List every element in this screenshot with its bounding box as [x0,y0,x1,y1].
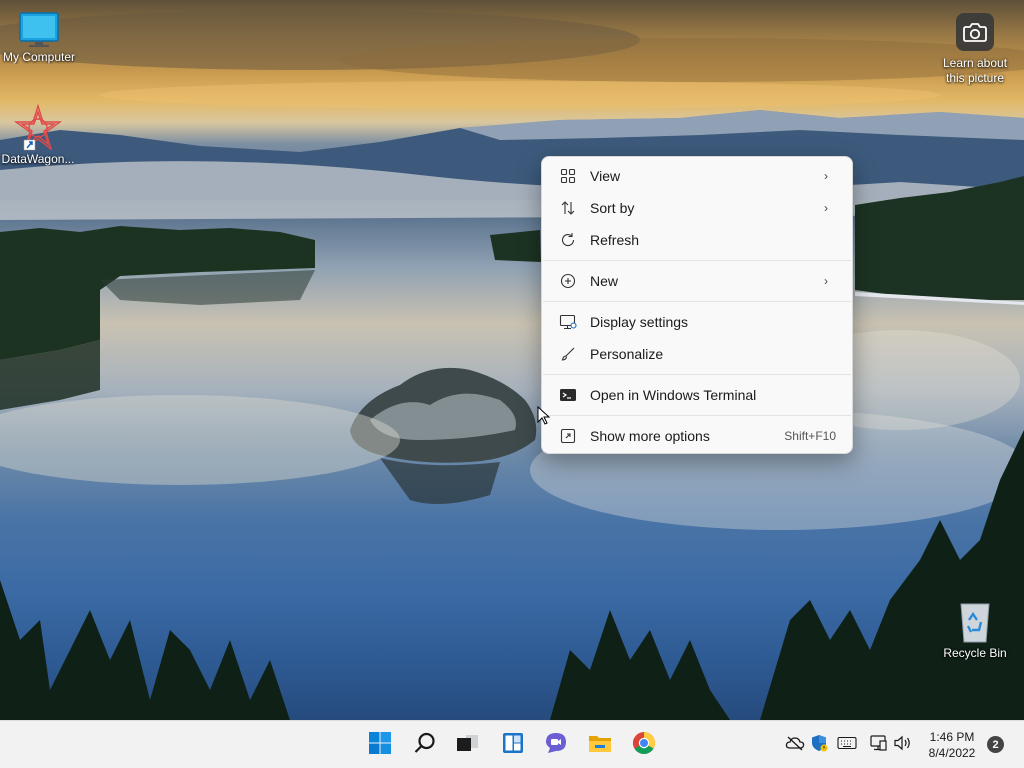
menu-item-label: Open in Windows Terminal [590,387,757,403]
brush-icon [557,345,579,363]
menu-item-label: Sort by [590,200,635,216]
chevron-right-icon: › [824,201,828,215]
desktop-context-menu: View › Sort by › Refresh New › Display s… [541,156,853,454]
expand-icon [557,427,579,445]
chevron-right-icon: › [824,169,828,183]
menu-item-label: Display settings [590,314,689,330]
datawagon-icon [0,104,78,152]
desktop-icon-recycle-bin[interactable]: Recycle Bin [934,598,1016,660]
menu-item-shortcut: Shift+F10 [784,429,836,443]
mouse-cursor-icon [537,405,551,426]
menu-separator [543,415,851,416]
menu-item-label: Personalize [590,346,664,362]
terminal-icon [557,386,579,404]
desktop-wallpaper [0,0,1024,720]
widgets-icon [501,731,525,760]
desktop-icon-label: My Computer [2,50,76,64]
notification-badge[interactable]: 2 [987,736,1004,753]
taskbar-start-button[interactable] [364,729,396,761]
folder-icon [587,731,613,760]
sort-icon [557,199,579,217]
refresh-icon [557,231,579,249]
menu-item-view[interactable]: View › [547,161,847,191]
windows-start-icon [368,731,392,760]
taskbar-file-explorer-button[interactable] [584,729,616,761]
desktop-icon-datawagon[interactable]: DataWagon... [0,104,78,166]
plus-circle-icon [557,272,579,290]
menu-item-open-terminal[interactable]: Open in Windows Terminal [547,380,847,410]
taskbar-chrome-button[interactable] [628,729,660,761]
menu-item-label: Refresh [590,232,640,248]
chrome-icon [632,731,656,760]
recycle-bin-icon [934,598,1016,646]
wallpaper-scene [0,10,1024,720]
network-icon [868,734,888,757]
task-view-icon [454,731,480,760]
menu-item-display-settings[interactable]: Display settings [547,307,847,337]
clock-date: 8/4/2022 [928,746,976,760]
menu-item-sort-by[interactable]: Sort by › [547,193,847,223]
onedrive-icon [785,735,805,756]
volume-tray-button[interactable] [893,735,913,755]
taskbar-task-view-button[interactable] [451,729,483,761]
menu-separator [543,260,851,261]
desktop-icon-label: Recycle Bin [943,646,1007,660]
menu-item-personalize[interactable]: Personalize [547,339,847,369]
display-icon [557,313,579,331]
menu-item-label: New [590,273,619,289]
volume-icon [893,734,913,757]
search-icon [413,731,437,760]
menu-item-refresh[interactable]: Refresh [547,225,847,255]
desktop-icon-learn-about-picture[interactable]: Learn about this picture [934,12,1016,86]
taskbar-search-button[interactable] [409,729,441,761]
taskbar: 1:46 PM 8/4/2022 [0,720,1024,768]
keyboard-tray-button[interactable] [837,735,857,755]
clock-time: 1:46 PM [929,730,975,744]
menu-item-show-more-options[interactable]: Show more options Shift+F10 [547,421,847,451]
desktop-icon-label: Learn about this picture [942,56,1008,85]
desktop-icon-label: DataWagon... [1,152,75,166]
chat-icon [543,731,569,760]
camera-icon [934,12,1016,56]
network-tray-button[interactable] [868,734,888,757]
keyboard-icon [837,736,857,755]
menu-item-label: Show more options [590,428,710,444]
menu-separator [543,301,851,302]
taskbar-chat-button[interactable] [540,729,572,761]
security-icon [810,734,828,757]
chevron-right-icon: › [824,274,828,288]
taskbar-widgets-button[interactable] [497,729,529,761]
desktop-icon-my-computer[interactable]: My Computer [0,10,79,64]
menu-item-label: View [590,168,621,184]
menu-separator [543,374,851,375]
onedrive-tray-button[interactable] [785,735,805,755]
monitor-icon [0,10,79,50]
taskbar-clock[interactable]: 1:46 PM 8/4/2022 [920,729,984,761]
grid-icon [557,167,579,185]
security-tray-button[interactable] [809,734,829,757]
menu-item-new[interactable]: New › [547,266,847,296]
